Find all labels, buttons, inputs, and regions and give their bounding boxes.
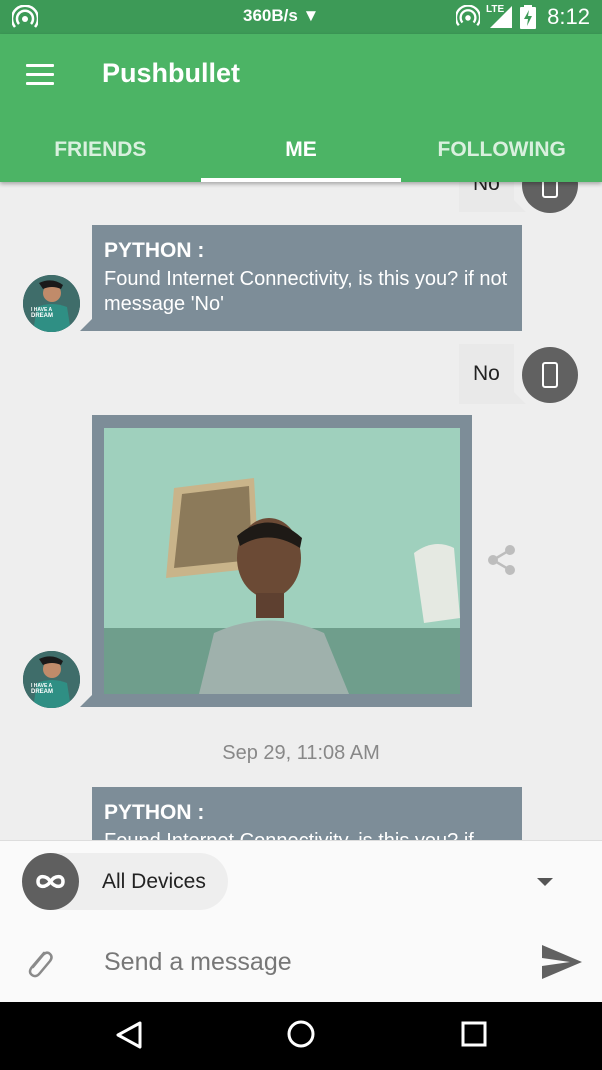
tab-friends[interactable]: FRIENDS xyxy=(0,130,201,182)
hamburger-menu-icon[interactable] xyxy=(26,64,54,86)
app-bar: Pushbullet FRIENDS ME FOLLOWING xyxy=(0,34,602,182)
send-icon[interactable] xyxy=(540,943,584,981)
message-composer xyxy=(0,921,602,1002)
avatar[interactable]: I HAVE A DREAM xyxy=(23,275,80,332)
avatar[interactable]: I HAVE A DREAM xyxy=(23,651,80,708)
clock: 8:12 xyxy=(547,4,590,29)
share-icon[interactable] xyxy=(487,544,517,576)
incoming-message[interactable]: PYTHON : Found Internet Connectivity, is… xyxy=(92,787,522,840)
device-label: All Devices xyxy=(102,870,206,893)
phone-icon xyxy=(522,182,578,213)
device-selector[interactable]: All Devices xyxy=(22,853,228,910)
paperclip-icon[interactable] xyxy=(22,945,56,979)
hotspot-icon xyxy=(12,5,38,28)
chevron-down-icon[interactable] xyxy=(537,878,553,886)
message-text: No xyxy=(473,362,500,385)
recents-icon[interactable] xyxy=(460,1020,488,1048)
message-sender: PYTHON : xyxy=(104,801,205,824)
message-feed[interactable]: No I HAVE A DREAM PYTHON : Found Interne… xyxy=(0,182,602,840)
message-sender: PYTHON : xyxy=(104,239,205,262)
message-input[interactable] xyxy=(102,939,516,985)
phone-icon xyxy=(522,347,578,403)
incoming-image-message[interactable] xyxy=(80,415,472,707)
status-bar: 360B/s ▼ LTE 8:12 xyxy=(0,0,602,34)
back-icon[interactable] xyxy=(114,1020,144,1050)
app-title: Pushbullet xyxy=(102,58,241,88)
battery-charging-icon xyxy=(520,5,536,29)
message-text: No xyxy=(473,182,500,195)
outgoing-message[interactable]: No xyxy=(459,344,526,404)
photo[interactable] xyxy=(104,428,460,694)
home-icon[interactable] xyxy=(285,1018,317,1050)
incoming-message[interactable]: PYTHON : Found Internet Connectivity, is… xyxy=(80,225,522,331)
device-selector-bar: All Devices xyxy=(0,840,602,922)
signal-icon xyxy=(490,6,512,28)
date-separator: Sep 29, 11:08 AM xyxy=(222,742,380,764)
tab-following[interactable]: FOLLOWING xyxy=(401,130,602,182)
infinity-icon xyxy=(22,853,79,910)
tab-bar: FRIENDS ME FOLLOWING xyxy=(0,130,602,182)
message-text: Found Internet Connectivity, is this you… xyxy=(104,829,510,840)
message-text: Found Internet Connectivity, is this you… xyxy=(104,268,508,315)
tab-me[interactable]: ME xyxy=(200,130,402,182)
svg-text:DREAM: DREAM xyxy=(31,313,53,319)
svg-text:DREAM: DREAM xyxy=(31,689,53,695)
hotspot-icon xyxy=(456,5,480,27)
system-nav-bar xyxy=(0,1002,602,1070)
network-speed: 360B/s ▼ xyxy=(243,6,320,25)
outgoing-message[interactable]: No xyxy=(459,182,526,212)
